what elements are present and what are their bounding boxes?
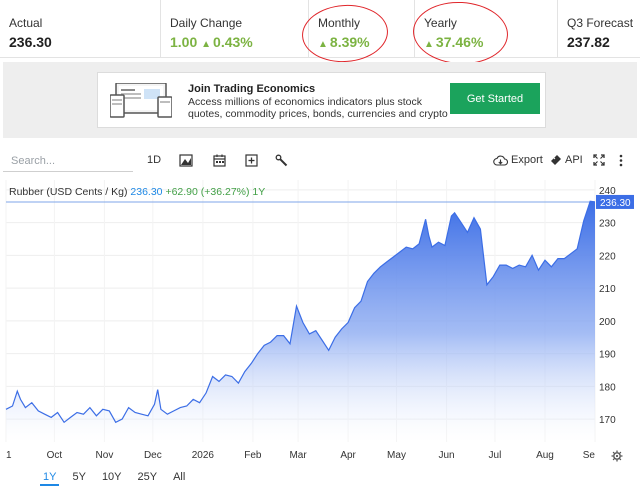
add-icon[interactable] [245,151,258,169]
up-triangle-icon: ▲ [318,39,328,50]
api-icon [551,155,561,165]
y-tick-label: 170 [599,415,616,426]
fullscreen-icon[interactable] [593,151,605,169]
y-tick-label: 180 [599,382,616,393]
series-fill [6,201,595,442]
api-button[interactable]: API [550,151,583,169]
x-tick-label: Oct [47,450,63,461]
y-tick-label: 220 [599,251,616,262]
settings-wrench-icon[interactable] [275,151,288,169]
stat-daily-change: Daily Change 1.00 ▲ 0.43% [160,0,308,58]
x-tick-label: Dec [144,450,162,461]
last-value-label: 236.30 [600,198,631,209]
gear-icon[interactable] [611,449,623,467]
stat-value: 1.00 ▲ 0.43% [170,34,253,50]
yearly-change: 37.46% [435,34,484,50]
range-10y[interactable]: 10Y [99,470,125,486]
legend-last-value: 236.30 [130,186,165,198]
y-axis: 170180190200210220230240 [599,186,616,426]
up-triangle-icon: ▲ [201,39,212,50]
x-tick-label: Mar [289,450,307,461]
x-tick-label: 2026 [192,450,215,461]
x-tick-label: 1 [6,450,12,461]
chart-toolbar: 1D Export API [3,148,637,172]
stat-label: Yearly [424,16,457,30]
promo-title: Join Trading Economics [188,83,316,95]
stat-label: Q3 Forecast [567,16,634,30]
stat-label: Daily Change [170,16,243,30]
stat-value: 237.82 [567,34,610,50]
promo-screens-icon [110,83,172,118]
x-tick-label: Apr [340,450,356,461]
stat-value: ▲ 8.39% [318,34,370,50]
last-value-badge: 236.30 [596,194,634,209]
y-tick-label: 190 [599,350,616,361]
promo-text: Access millions of economics indicators … [188,96,448,120]
range-all[interactable]: All [170,470,188,486]
up-triangle-icon: ▲ [424,39,434,50]
stat-yearly: Yearly ▲ 37.46% [414,0,557,58]
stat-actual: Actual 236.30 [0,0,160,58]
promo-banner: Join Trading Economics Access millions o… [3,62,637,138]
y-tick-label: 210 [599,284,616,295]
stats-strip: Actual 236.30 Daily Change 1.00 ▲ 0.43% M… [0,0,640,67]
monthly-change: 8.39% [329,34,370,50]
export-button[interactable]: Export [493,151,543,169]
x-tick-label: Jul [489,450,502,461]
x-tick-label: Jun [438,450,454,461]
legend-period: 1Y [252,186,265,198]
y-tick-label: 200 [599,317,616,328]
export-label: Export [511,154,543,166]
x-tick-label: Aug [536,450,554,461]
range-1y[interactable]: 1Y [40,470,60,486]
stat-value: 236.30 [9,34,52,50]
chart-area[interactable]: 170180190200210220230240 1 Oct Nov Dec 2026 F… [3,174,637,464]
legend-text: Rubber (USD Cents / Kg) 236.30 +62.90 (+… [9,186,265,198]
stat-value: ▲ 37.46% [424,34,483,50]
stat-label: Monthly [318,16,361,30]
calendar-icon[interactable] [213,151,226,169]
search-input[interactable] [3,150,133,172]
daily-change-percent: 0.43% [213,34,253,50]
x-tick-label: Se [583,450,596,461]
daily-change-value: 1.00 [170,34,198,50]
x-tick-label: Feb [244,450,262,461]
range-5y[interactable]: 5Y [69,470,88,486]
legend-change: +62.90 (+36.27%) [165,186,252,198]
x-axis: 1 Oct Nov Dec 2026 Feb Mar Apr May Jun Jul Aug Se [6,450,595,461]
cloud-download-icon [493,155,508,166]
stat-forecast: Q3 Forecast 237.82 [557,0,640,58]
x-tick-label: Nov [96,450,114,461]
interval-button[interactable]: 1D [147,151,161,169]
stat-label: Actual [9,16,43,30]
series-area [5,200,596,442]
y-tick-label: 230 [599,219,616,230]
x-tick-label: May [387,450,406,461]
stat-monthly: Monthly ▲ 8.39% [308,0,414,58]
range-selector: 1Y 5Y 10Y 25Y All [40,470,188,488]
chart-legend: Rubber (USD Cents / Kg) 236.30 +62.90 (+… [9,186,265,198]
range-25y[interactable]: 25Y [135,470,161,486]
chart-type-icon[interactable] [179,151,193,169]
promo-card: Join Trading Economics Access millions o… [97,72,546,128]
get-started-button[interactable]: Get Started [450,83,540,114]
api-label: API [565,154,583,166]
more-icon[interactable] [619,151,623,169]
legend-series-name: Rubber (USD Cents / Kg) [9,186,130,198]
